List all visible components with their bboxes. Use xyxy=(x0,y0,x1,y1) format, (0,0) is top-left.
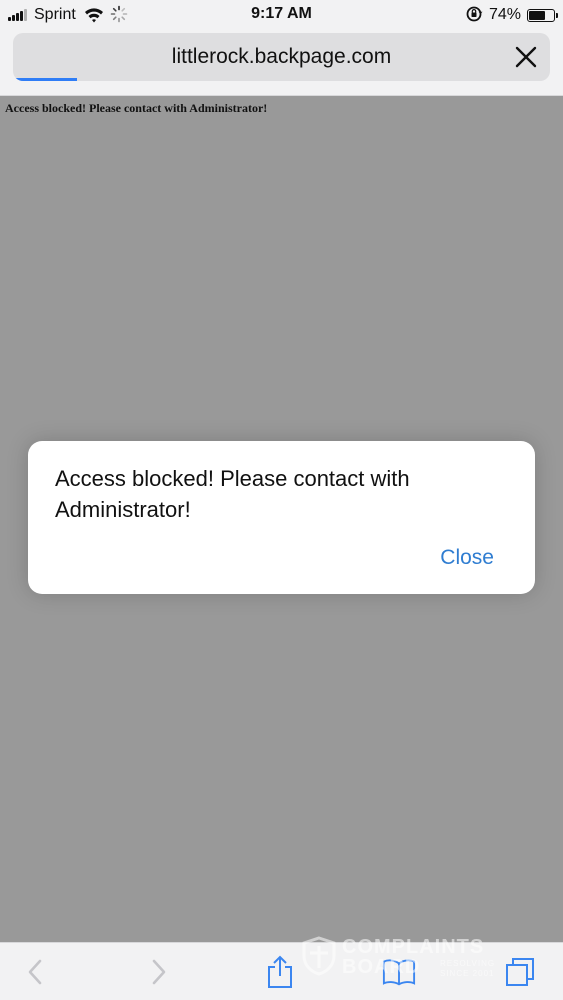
alert-close-button[interactable]: Close xyxy=(440,546,494,570)
screen: Sprint 9:17 AM 74% littlerock.backpage.c… xyxy=(0,0,563,1000)
status-bar: Sprint 9:17 AM 74% xyxy=(0,0,563,30)
tabs-button[interactable] xyxy=(503,955,537,989)
alert-message: Access blocked! Please contact with Admi… xyxy=(55,466,410,522)
forward-icon xyxy=(152,959,166,985)
address-bar[interactable]: littlerock.backpage.com xyxy=(13,33,550,81)
battery-icon xyxy=(527,8,558,22)
page-load-progress-bar xyxy=(13,78,78,81)
status-right: 74% xyxy=(465,5,558,25)
bookmarks-button[interactable] xyxy=(382,955,416,989)
battery-percentage: 74% xyxy=(488,6,521,23)
tabs-icon xyxy=(506,958,534,986)
browser-chrome: Sprint 9:17 AM 74% littlerock.backpage.c… xyxy=(0,0,563,96)
battery-level-fill xyxy=(529,10,545,20)
share-icon xyxy=(268,955,292,988)
url-text[interactable]: littlerock.backpage.com xyxy=(13,45,550,69)
bookmarks-icon xyxy=(382,959,416,986)
back-button[interactable] xyxy=(18,955,52,989)
bottom-toolbar xyxy=(0,942,563,1000)
back-icon xyxy=(28,959,42,985)
alert-dialog: Access blocked! Please contact with Admi… xyxy=(28,441,535,594)
stop-loading-button[interactable] xyxy=(514,45,538,69)
close-icon xyxy=(515,46,537,68)
page-blocked-message: Access blocked! Please contact with Admi… xyxy=(5,101,268,115)
orientation-lock-icon xyxy=(465,5,485,25)
share-button[interactable] xyxy=(263,955,297,989)
forward-button[interactable] xyxy=(142,955,176,989)
